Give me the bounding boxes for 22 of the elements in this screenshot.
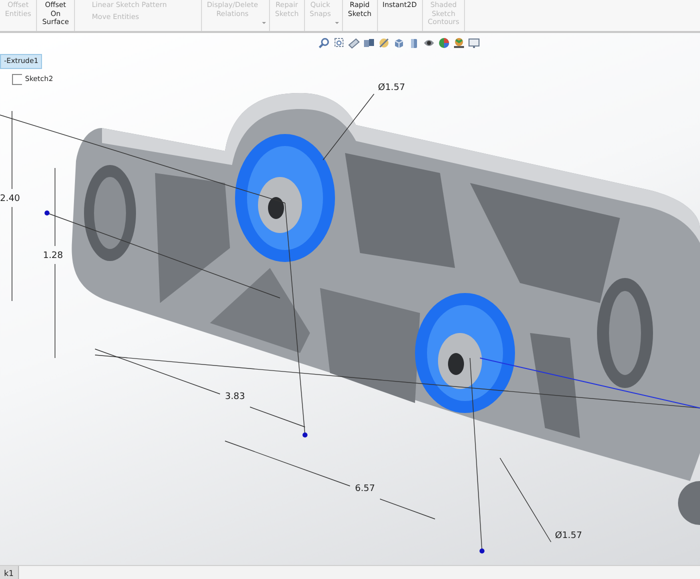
- caret-icon[interactable]: [262, 22, 266, 24]
- dimension-line: [322, 94, 374, 160]
- sketch-point: [302, 432, 308, 438]
- dimension-text[interactable]: 2.40: [0, 194, 20, 204]
- cube-icon[interactable]: [393, 37, 405, 49]
- search-icon[interactable]: [318, 37, 330, 49]
- dimension-text[interactable]: Ø1.57: [378, 83, 406, 93]
- caret-icon[interactable]: [334, 22, 339, 24]
- dimension-text[interactable]: Ø1.57: [555, 531, 582, 541]
- dimension-text[interactable]: 1.28: [42, 251, 64, 261]
- eye-icon[interactable]: [423, 37, 435, 49]
- sketch-icon: [12, 74, 22, 85]
- sketch-point: [480, 548, 484, 554]
- sheet-tab[interactable]: k1: [0, 566, 19, 579]
- section-view-icon[interactable]: [363, 37, 375, 49]
- appearance-icon[interactable]: [438, 37, 450, 49]
- sketch-point: [44, 210, 50, 216]
- monitor-icon[interactable]: [468, 37, 480, 49]
- scene-icon[interactable]: [453, 37, 465, 49]
- dimension-text[interactable]: 3.83: [224, 392, 246, 402]
- zoom-area-icon[interactable]: [333, 37, 345, 49]
- dimension-text[interactable]: 6.57: [354, 484, 376, 494]
